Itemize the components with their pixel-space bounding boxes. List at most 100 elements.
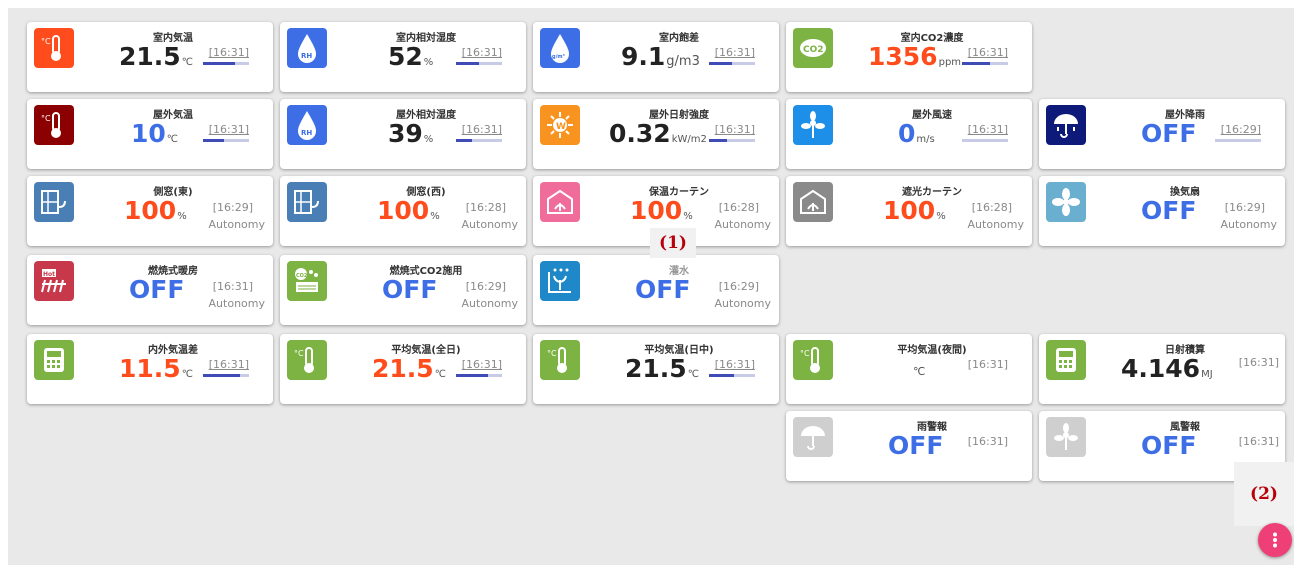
card-time: [16:29] (1224, 201, 1265, 214)
card-unit: ℃ (913, 365, 926, 378)
more-menu-button[interactable] (1258, 523, 1292, 557)
svg-text:°C: °C (547, 349, 557, 358)
mode-label: Autonomy (208, 218, 265, 231)
mode-label: Autonomy (1220, 218, 1277, 231)
mode-label: Autonomy (967, 218, 1024, 231)
card-value: OFF (1141, 196, 1197, 225)
card-outdoor-rain[interactable]: 屋外降雨 OFF [16:29] (1039, 99, 1285, 169)
card-time: [16:29] (465, 280, 506, 293)
card-indoor-deficit[interactable]: g/m³ 室内飽差 9.1g/m3 [16:31] (533, 22, 779, 92)
saturation-deficit-icon: g/m³ (540, 28, 580, 68)
card-unit: m/s (916, 134, 935, 145)
card-unit: ℃ (181, 57, 193, 68)
card-outdoor-humidity[interactable]: RH 屋外相対湿度 39% [16:31] (280, 99, 526, 169)
wind-turbine-icon (793, 105, 833, 145)
card-combustion-co2[interactable]: CO2 燃焼式CO2施用 OFF [16:29] Autonomy (280, 255, 526, 325)
svg-text:W: W (556, 122, 566, 132)
card-value: 0 (898, 119, 916, 148)
card-value: 9.1 (621, 42, 666, 71)
greenhouse-shade-icon (793, 182, 833, 222)
co2-icon: CO2 (793, 28, 833, 68)
card-unit: % (430, 211, 440, 222)
card-time: [16:31] (461, 358, 502, 371)
card-unit: ℃ (181, 369, 193, 380)
card-title: 室内飽差 (659, 33, 699, 44)
card-unit: kW/m2 (671, 134, 707, 145)
mode-label: Autonomy (461, 218, 518, 231)
card-value: 52 (388, 42, 423, 71)
card-side-window-east[interactable]: 側窓(東) 100% [16:29] Autonomy (27, 176, 273, 246)
card-indoor-humidity[interactable]: RH 室内相対湿度 52% [16:31] (280, 22, 526, 92)
progress-bar (203, 374, 249, 377)
svg-text:°C: °C (41, 37, 51, 46)
card-outdoor-solar[interactable]: W 屋外日射強度 0.32kW/m2 [16:31] (533, 99, 779, 169)
irrigation-icon (540, 261, 580, 301)
card-outdoor-wind[interactable]: 屋外風速 0m/s [16:31] (786, 99, 1032, 169)
progress-bar (1215, 139, 1261, 142)
thermometer-icon: °C (540, 340, 580, 380)
card-unit: ℃ (687, 369, 699, 380)
card-title: 平均気温(夜間) (897, 345, 967, 356)
humidity-drop-icon: RH (287, 105, 327, 145)
card-time: [16:31] (461, 46, 502, 59)
card-value: OFF (635, 275, 691, 304)
card-value: 0.32 (609, 119, 671, 148)
co2-generator-icon: CO2 (287, 261, 327, 301)
card-value: 100 (630, 196, 683, 225)
progress-bar (709, 374, 755, 377)
card-value: 100 (124, 196, 177, 225)
card-ventilation-fan[interactable]: 換気扇 OFF [16:29] Autonomy (1039, 176, 1285, 246)
card-shade-curtain[interactable]: 遮光カーテン 100% [16:28] Autonomy (786, 176, 1032, 246)
card-combustion-heater[interactable]: Hot 燃焼式暖房 OFF [16:31] Autonomy (27, 255, 273, 325)
card-time: [16:31] (714, 358, 755, 371)
umbrella-rain-icon (793, 417, 833, 457)
card-value: 11.5 (119, 354, 181, 383)
card-unit: ℃ (166, 134, 179, 145)
humidity-drop-icon: RH (287, 28, 327, 68)
card-solar-total[interactable]: 日射積算 4.146MJ [16:31] (1039, 334, 1285, 404)
progress-bar (203, 62, 249, 65)
mode-label: Autonomy (461, 297, 518, 310)
annotation-label-1: (1) (650, 228, 696, 258)
mode-label: Autonomy (208, 297, 265, 310)
card-time: [16:31] (212, 280, 253, 293)
svg-text:°C: °C (294, 349, 304, 358)
progress-bar (962, 62, 1008, 65)
card-value: 4.146 (1121, 354, 1201, 383)
card-value: OFF (1141, 431, 1197, 460)
card-outdoor-temp[interactable]: °C 屋外気温 10℃ [16:31] (27, 99, 273, 169)
card-temp-diff[interactable]: 内外気温差 11.5℃ [16:31] (27, 334, 273, 404)
card-indoor-co2[interactable]: CO2 室内CO2濃度 1356ppm [16:31] (786, 22, 1032, 92)
svg-text:°C: °C (800, 349, 810, 358)
card-time: [16:31] (714, 123, 755, 136)
thermometer-icon: °C (793, 340, 833, 380)
card-side-window-west[interactable]: 側窓(西) 100% [16:28] Autonomy (280, 176, 526, 246)
card-time: [16:31] (208, 123, 249, 136)
sun-icon: W (540, 105, 580, 145)
card-avg-temp-all[interactable]: °C 平均気温(全日) 21.5℃ [16:31] (280, 334, 526, 404)
card-title: 屋外相対湿度 (396, 110, 456, 121)
card-time: [16:31] (967, 46, 1008, 59)
progress-bar (709, 139, 755, 142)
card-avg-temp-night[interactable]: °C 平均気温(夜間) ℃ [16:31] (786, 334, 1032, 404)
card-indoor-temp[interactable]: °C 室内気温 21.5℃ [16:31] (27, 22, 273, 92)
card-value: 39 (388, 119, 423, 148)
card-value: OFF (129, 275, 185, 304)
umbrella-rain-icon (1046, 105, 1086, 145)
greenhouse-curtain-icon (540, 182, 580, 222)
annotation-label-2: (2) (1234, 462, 1294, 526)
card-time: [16:31] (967, 435, 1008, 448)
card-time: [16:31] (1238, 435, 1279, 448)
card-time: [16:31] (714, 46, 755, 59)
card-avg-temp-day[interactable]: °C 平均気温(日中) 21.5℃ [16:31] (533, 334, 779, 404)
card-time: [16:31] (461, 123, 502, 136)
card-unit: MJ (1201, 369, 1213, 380)
progress-bar (456, 374, 502, 377)
progress-bar (456, 139, 502, 142)
card-value: OFF (1141, 119, 1197, 148)
card-rain-alarm[interactable]: 雨警報 OFF [16:31] (786, 411, 1032, 481)
progress-bar (456, 62, 502, 65)
card-irrigation[interactable]: 灌水 OFF [16:29] Autonomy (533, 255, 779, 325)
mode-label: Autonomy (714, 218, 771, 231)
card-value: 21.5 (625, 354, 687, 383)
